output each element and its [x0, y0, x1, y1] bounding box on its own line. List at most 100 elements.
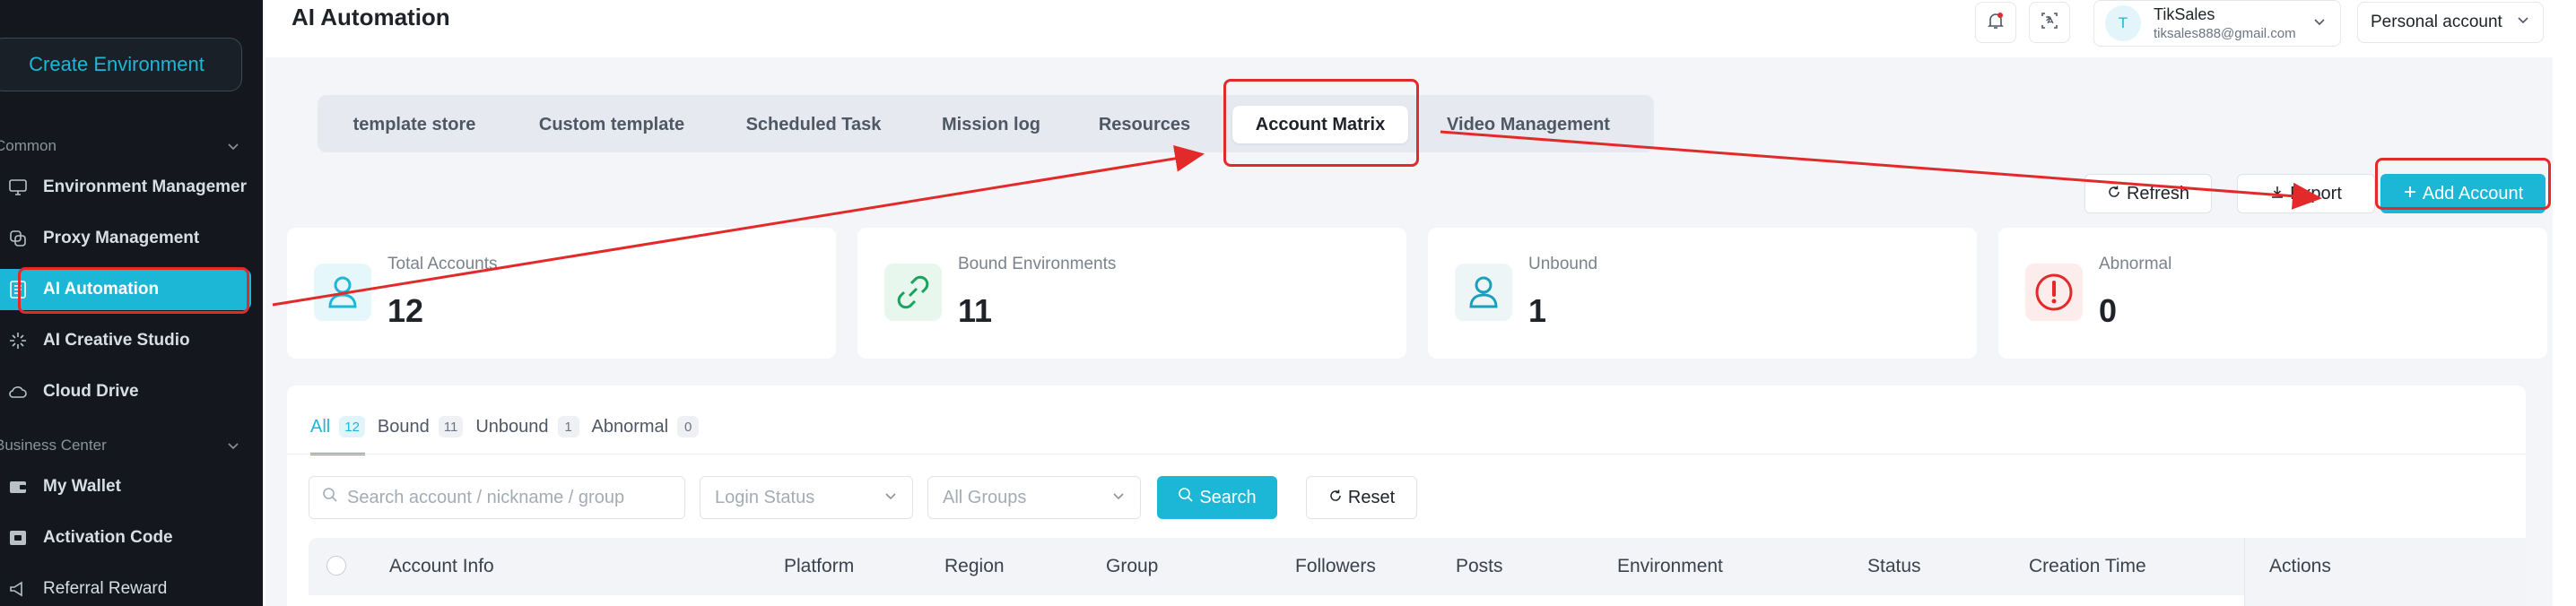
- megaphone-icon: [7, 578, 29, 600]
- search-label: Search: [1199, 487, 1257, 507]
- stat-value: 12: [387, 292, 424, 329]
- user-email: tiksales888@gmail.com: [2154, 26, 2296, 41]
- link-icon: [884, 264, 942, 321]
- search-input[interactable]: [347, 487, 670, 508]
- chevron-down-icon: [883, 488, 898, 508]
- column-region[interactable]: Region: [944, 538, 1005, 595]
- chevron-down-icon: [2516, 13, 2530, 32]
- sidebar-item-environment[interactable]: Environment Managemer: [0, 167, 251, 208]
- groups-select[interactable]: All Groups: [927, 476, 1141, 519]
- bell-icon: [1985, 10, 2006, 36]
- tab-account-matrix[interactable]: Account Matrix: [1232, 106, 1408, 143]
- sidebar-section-business[interactable]: Business Center: [0, 432, 242, 459]
- chevron-down-icon: [224, 137, 242, 155]
- stat-label: Abnormal: [2099, 255, 2172, 273]
- filter-count: 11: [438, 416, 464, 437]
- search-button[interactable]: Search: [1157, 476, 1277, 519]
- filter-label: Bound: [377, 416, 430, 437]
- tab-scheduled-task[interactable]: Scheduled Task: [728, 106, 899, 143]
- sidebar-item-ai-creative-studio[interactable]: AI Creative Studio: [0, 320, 251, 361]
- notification-button[interactable]: [1975, 2, 2016, 43]
- section-label: Business Center: [0, 437, 107, 454]
- stat-value: 0: [2099, 292, 2118, 329]
- tab-mission-log[interactable]: Mission log: [927, 106, 1055, 143]
- sidebar: Create Environment Common Environment Ma…: [0, 0, 263, 606]
- filter-tab-bound[interactable]: Bound 11: [377, 402, 464, 452]
- export-button[interactable]: Export: [2237, 174, 2375, 213]
- ai-automation-icon: [7, 279, 29, 300]
- filter-tab-abnormal[interactable]: Abnormal 0: [592, 402, 700, 452]
- sidebar-item-label: AI Automation: [43, 280, 160, 299]
- sidebar-item-label: AI Creative Studio: [43, 331, 190, 350]
- search-icon: [1178, 487, 1194, 508]
- column-account-info[interactable]: Account Info: [389, 538, 494, 595]
- cloud-icon: [7, 381, 29, 403]
- reset-button[interactable]: Reset: [1306, 476, 1417, 519]
- column-environment[interactable]: Environment: [1617, 538, 1723, 595]
- filter-tab-unbound[interactable]: Unbound 1: [475, 402, 579, 452]
- add-account-label: Add Account: [2422, 183, 2524, 203]
- sidebar-item-label: Environment Managemer: [43, 177, 247, 196]
- sidebar-item-my-wallet[interactable]: My Wallet: [0, 466, 251, 507]
- tab-resources[interactable]: Resources: [1083, 106, 1205, 143]
- stat-label: Unbound: [1528, 255, 1598, 273]
- page-title: AI Automation: [292, 4, 450, 30]
- section-label: Common: [0, 137, 57, 154]
- column-followers[interactable]: Followers: [1295, 538, 1376, 595]
- stat-value: 11: [958, 292, 993, 329]
- sidebar-item-ai-automation[interactable]: AI Automation: [0, 269, 251, 310]
- sidebar-item-label: Activation Code: [43, 528, 173, 547]
- sidebar-item-label: Proxy Management: [43, 229, 200, 247]
- filter-label: Unbound: [475, 416, 549, 437]
- wallet-icon: [7, 476, 29, 498]
- sidebar-item-activation-code[interactable]: Activation Code: [0, 517, 251, 558]
- stat-value: 1: [1528, 292, 1547, 329]
- stat-label: Total Accounts: [387, 255, 498, 273]
- monitor-icon: [7, 177, 29, 198]
- activation-code-icon: [7, 527, 29, 549]
- tab-template-store[interactable]: template store: [334, 106, 495, 143]
- sidebar-item-label: Cloud Drive: [43, 382, 139, 401]
- column-posts[interactable]: Posts: [1456, 538, 1503, 595]
- filter-count: 12: [339, 416, 365, 437]
- column-status[interactable]: Status: [1867, 538, 1921, 595]
- refresh-icon: [2107, 184, 2121, 204]
- sidebar-item-referral-reward[interactable]: Referral Reward: [0, 568, 251, 606]
- refresh-label: Refresh: [2126, 183, 2190, 203]
- groups-placeholder: All Groups: [943, 487, 1027, 507]
- column-creation-time[interactable]: Creation Time: [2029, 538, 2146, 595]
- sidebar-item-proxy[interactable]: Proxy Management: [0, 218, 251, 259]
- tab-custom-template[interactable]: Custom template: [522, 106, 701, 143]
- tab-video-management[interactable]: Video Management: [1433, 106, 1623, 143]
- column-platform[interactable]: Platform: [784, 538, 854, 595]
- select-all-checkbox[interactable]: [326, 556, 346, 576]
- account-type-value: Personal account: [2371, 13, 2502, 31]
- login-status-select[interactable]: Login Status: [700, 476, 913, 519]
- download-icon: [2270, 184, 2284, 204]
- account-type-select[interactable]: Personal account: [2357, 2, 2544, 43]
- refresh-button[interactable]: Refresh: [2084, 174, 2212, 213]
- stat-card-abnormal: Abnormal 0: [1998, 228, 2547, 359]
- user-icon: [1455, 264, 1512, 321]
- filter-count: 0: [677, 416, 700, 437]
- sparkle-icon: [7, 330, 29, 351]
- chevron-down-icon: [2312, 14, 2327, 33]
- stat-label: Bound Environments: [958, 255, 1117, 273]
- table-header: [309, 538, 2526, 595]
- translate-icon: [2039, 10, 2060, 36]
- reset-label: Reset: [1347, 487, 1396, 507]
- translate-button[interactable]: [2029, 2, 2070, 43]
- search-field[interactable]: [309, 476, 685, 519]
- sidebar-section-common[interactable]: Common: [0, 133, 242, 160]
- plus-icon: [2403, 184, 2417, 204]
- sidebar-item-cloud-drive[interactable]: Cloud Drive: [0, 371, 251, 412]
- add-account-button[interactable]: Add Account: [2380, 174, 2546, 213]
- create-environment-button[interactable]: Create Environment: [0, 38, 242, 91]
- user-menu[interactable]: T TikSales tiksales888@gmail.com: [2093, 0, 2341, 47]
- column-group[interactable]: Group: [1106, 538, 1158, 595]
- sidebar-item-label: My Wallet: [43, 477, 121, 496]
- refresh-icon: [1328, 488, 1343, 508]
- stat-card-unbound: Unbound 1: [1428, 228, 1977, 359]
- user-info: TikSales tiksales888@gmail.com: [2154, 5, 2296, 41]
- filter-tab-all[interactable]: All 12: [310, 402, 365, 455]
